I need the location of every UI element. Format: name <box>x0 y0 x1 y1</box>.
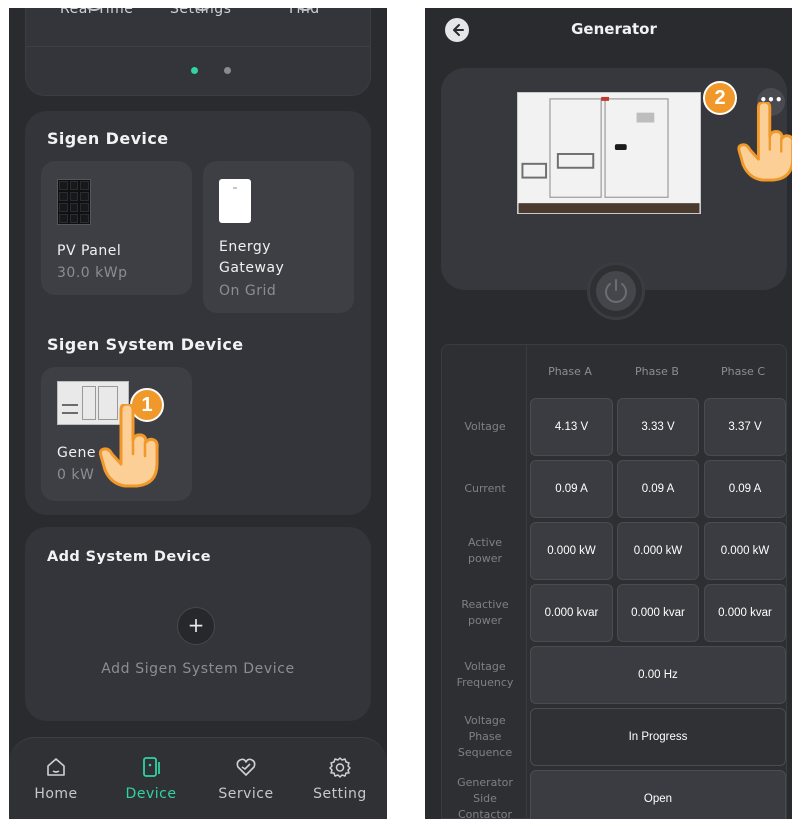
tap-hand-icon <box>99 404 159 488</box>
power-icon <box>605 279 627 303</box>
nav-item-setting[interactable]: Setting <box>295 738 385 802</box>
voltage-frequency-value: 0.00 Hz <box>530 646 786 704</box>
row-label-voltage-phase-sequence: Voltage Phase Sequence <box>457 714 513 759</box>
tap-hand-icon <box>737 102 792 182</box>
nav-label: Setting <box>313 786 367 802</box>
quick-actions-row: Real Time Settings Find <box>26 8 370 47</box>
column-header-phase-a: Phase A <box>548 365 592 378</box>
home-icon <box>47 758 65 776</box>
generator-side-contactor-value: Open <box>530 770 786 819</box>
quick-action-realtime[interactable]: Real Time <box>60 8 133 17</box>
device-value: On Grid <box>219 283 277 299</box>
device-name: Gene <box>57 445 96 461</box>
step-badge: 2 <box>703 81 737 115</box>
current-phase-b: 0.09 A <box>617 460 699 518</box>
setting-icon <box>329 757 351 778</box>
voltage-phase-b: 3.33 V <box>617 398 699 456</box>
current-phase-a: 0.09 A <box>530 460 613 518</box>
quick-action-settings[interactable]: Settings <box>170 8 231 17</box>
section-title: Sigen Device <box>47 129 169 148</box>
top-bar: Generator <box>425 8 792 56</box>
add-device-button[interactable]: + <box>177 607 215 645</box>
generator-image <box>517 92 701 214</box>
current-phase-c: 0.09 A <box>704 460 786 518</box>
column-divider <box>526 345 527 818</box>
section-title: Sigen System Device <box>47 335 244 354</box>
row-label-reactive-power: Reactive power <box>461 598 509 627</box>
device-name: PV Panel <box>57 243 122 259</box>
column-header-phase-b: Phase B <box>635 365 679 378</box>
row-label-current: Current <box>464 482 506 495</box>
page-dot[interactable] <box>224 67 231 74</box>
voltage-phase-sequence-value: In Progress <box>530 708 786 766</box>
row-label-voltage: Voltage <box>464 420 506 433</box>
device-value: 0 kW <box>57 467 95 483</box>
reactive-power-phase-b: 0.000 kvar <box>617 584 699 642</box>
device-icon <box>143 757 160 777</box>
active-power-phase-a: 0.000 kW <box>530 522 613 580</box>
energy-gateway-image <box>219 179 251 223</box>
bottom-navigation: Home Device Service Setting <box>9 737 387 819</box>
nav-item-service[interactable]: Service <box>201 738 291 802</box>
power-button[interactable] <box>587 262 645 320</box>
nav-item-device[interactable]: Device <box>106 738 196 802</box>
page-indicator[interactable] <box>191 67 231 74</box>
add-system-device-card: Add System Device + Add Sigen System Dev… <box>25 527 371 721</box>
device-list-screen: Real Time Settings Find Sigen Device PV … <box>9 8 387 819</box>
voltage-phase-a: 4.13 V <box>530 398 613 456</box>
device-name: Energy Gateway <box>219 239 285 276</box>
row-label-voltage-frequency: Voltage Frequency <box>456 660 514 689</box>
nav-label: Device <box>125 786 177 802</box>
row-label-active-power: Active power <box>467 536 503 565</box>
phase-data-table: Phase A Phase B Phase C Voltage 4.13 V 3… <box>441 344 787 819</box>
page-dot-active[interactable] <box>191 67 198 74</box>
add-device-label[interactable]: Add Sigen System Device <box>25 661 371 677</box>
voltage-phase-c: 3.37 V <box>704 398 786 456</box>
reactive-power-phase-a: 0.000 kvar <box>530 584 613 642</box>
device-value: 30.0 kWp <box>57 265 128 281</box>
active-power-phase-c: 0.000 kW <box>704 522 786 580</box>
section-title: Add System Device <box>47 549 211 565</box>
nav-label: Home <box>34 786 78 802</box>
quick-actions-card: Real Time Settings Find <box>25 8 371 96</box>
power-button-inner <box>596 271 636 311</box>
page-title: Generator <box>571 20 657 38</box>
nav-label: Service <box>218 786 274 802</box>
nav-item-home[interactable]: Home <box>11 738 101 802</box>
quick-action-find[interactable]: Find <box>289 8 320 17</box>
row-label-generator-side-contactor: Generator Side Contactor <box>457 776 513 819</box>
column-header-phase-c: Phase C <box>720 365 766 378</box>
service-icon <box>236 758 256 776</box>
device-card-energy-gateway[interactable]: Energy Gateway On Grid <box>203 161 354 313</box>
generator-detail-screen: Generator ••• 2 Phase A Phase B Phase C … <box>425 8 792 819</box>
active-power-phase-b: 0.000 kW <box>617 522 699 580</box>
device-card-pv-panel[interactable]: PV Panel 30.0 kWp <box>41 161 192 295</box>
reactive-power-phase-c: 0.000 kvar <box>704 584 786 642</box>
pv-panel-image <box>57 179 91 225</box>
sigen-device-section: Sigen Device PV Panel 30.0 kWp Energy Ga… <box>25 111 371 515</box>
